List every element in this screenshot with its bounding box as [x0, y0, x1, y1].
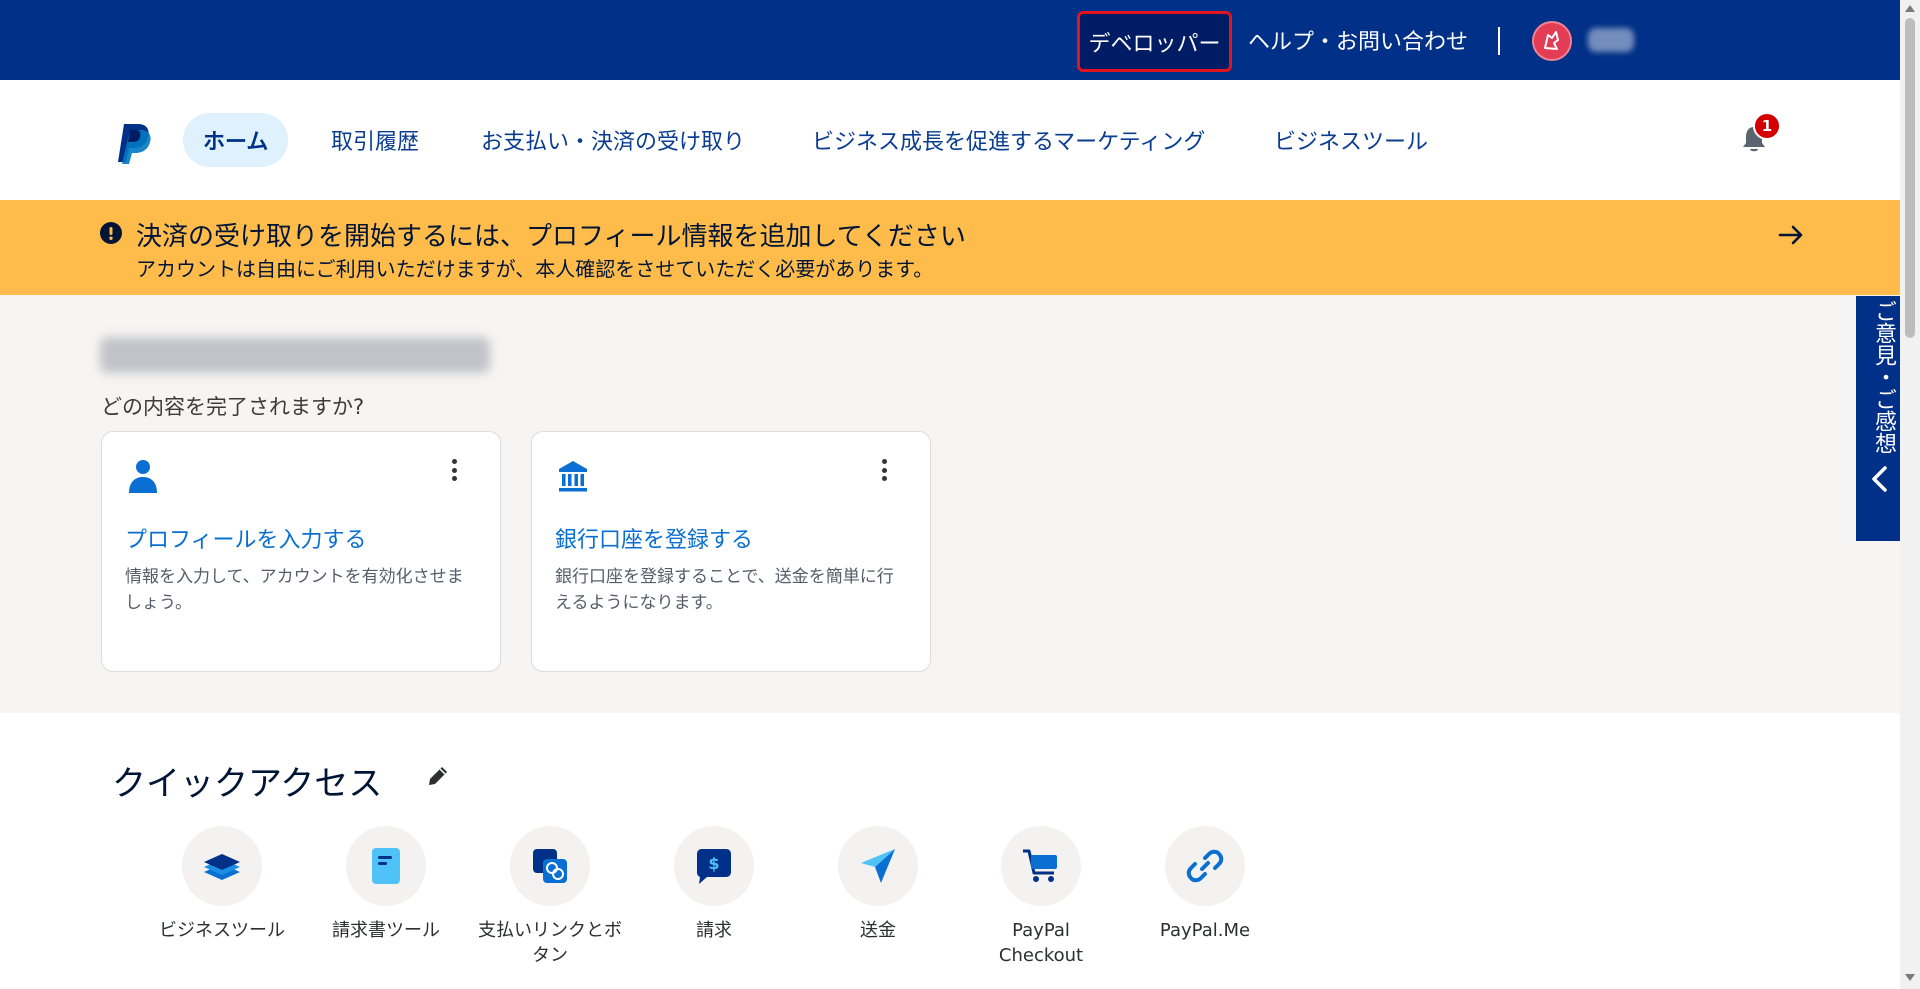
pencil-icon[interactable] — [424, 762, 452, 790]
nav-transactions[interactable]: 取引履歴 — [331, 113, 419, 167]
person-icon — [126, 458, 160, 494]
tasks-question: どの内容を完了されますか? — [101, 395, 365, 419]
payment-links-icon — [510, 826, 590, 906]
nav-home[interactable]: ホーム — [183, 113, 289, 167]
feedback-label: ご意見・ご感想 — [1871, 300, 1896, 454]
card-description: 情報を入力して、アカウントを有効化させましょう。 — [125, 567, 464, 613]
developer-link[interactable]: デベロッパー — [1077, 11, 1232, 72]
nav-marketing[interactable]: ビジネス成長を促進するマーケティング — [812, 113, 1205, 167]
arrow-right-icon[interactable] — [1776, 220, 1806, 250]
tasks-section: どの内容を完了されますか? プロフィールを入力する 情報を入力して、アカウントを… — [0, 295, 1900, 713]
card-description: 銀行口座を登録することで、送金を簡単に行えるようになります。 — [555, 567, 894, 613]
topbar-divider — [1498, 27, 1500, 55]
link-icon — [1165, 826, 1245, 906]
feedback-tab[interactable]: ご意見・ご感想 — [1856, 296, 1901, 541]
quick-access-business-tools[interactable]: ビジネスツール — [147, 826, 297, 943]
card-title[interactable]: 銀行口座を登録する — [555, 522, 753, 554]
quick-access-label: 請求 — [696, 920, 732, 941]
quick-access-request[interactable]: $ 請求 — [639, 826, 789, 943]
top-bar: デベロッパー ヘルプ・お問い合わせ — [0, 0, 1900, 80]
quick-access-send[interactable]: 送金 — [803, 826, 953, 943]
user-avatar-icon[interactable] — [1532, 21, 1572, 61]
banner-subtitle: アカウントは自由にご利用いただけますが、本人確認をさせていただく必要があります。 — [136, 257, 934, 281]
quick-access-label: 送金 — [860, 920, 896, 941]
help-contact-link[interactable]: ヘルプ・お問い合わせ — [1248, 22, 1468, 58]
chevron-left-icon — [1868, 464, 1890, 494]
nav-payments[interactable]: お支払い・決済の受け取り — [481, 113, 745, 167]
quick-access-label: 支払いリンクとボタン — [478, 920, 622, 966]
more-options-icon[interactable] — [872, 456, 896, 484]
invoice-icon — [346, 826, 426, 906]
quick-access-invoice[interactable]: 請求書ツール — [311, 826, 461, 943]
nav-business-tools[interactable]: ビジネスツール — [1274, 113, 1428, 167]
card-title[interactable]: プロフィールを入力する — [125, 522, 367, 554]
quick-access-paypal-me[interactable]: PayPal.Me — [1130, 826, 1280, 943]
scrollbar-thumb[interactable] — [1905, 18, 1915, 338]
scroll-up-arrow-icon[interactable] — [1905, 5, 1915, 12]
scroll-down-arrow-icon[interactable] — [1905, 974, 1915, 981]
task-card-profile[interactable]: プロフィールを入力する 情報を入力して、アカウントを有効化させましょう。 — [101, 431, 501, 672]
request-money-icon: $ — [674, 826, 754, 906]
quick-access-label: ビジネスツール — [159, 920, 285, 941]
bank-icon — [556, 458, 590, 494]
quick-access-checkout[interactable]: PayPal Checkout — [966, 826, 1116, 968]
banner-title: 決済の受け取りを開始するには、プロフィール情報を追加してください — [136, 222, 966, 252]
send-icon — [838, 826, 918, 906]
cart-icon — [1001, 826, 1081, 906]
paypal-logo-icon[interactable] — [114, 120, 154, 164]
layers-icon — [182, 826, 262, 906]
quick-access-label: PayPal.Me — [1159, 920, 1251, 941]
notification-badge: 1 — [1753, 112, 1781, 140]
account-name-blurred[interactable] — [1588, 28, 1634, 52]
more-options-icon[interactable] — [442, 456, 466, 484]
profile-alert-banner[interactable]: 決済の受け取りを開始するには、プロフィール情報を追加してください アカウントは自… — [0, 200, 1900, 295]
alert-icon — [100, 222, 122, 244]
quick-access-label: PayPal Checkout — [998, 920, 1084, 966]
greeting-blurred — [100, 337, 490, 373]
task-card-bank[interactable]: 銀行口座を登録する 銀行口座を登録することで、送金を簡単に行えるようになります。 — [531, 431, 931, 672]
svg-text:$: $ — [708, 854, 719, 873]
main-nav: ホーム 取引履歴 お支払い・決済の受け取り ビジネス成長を促進するマーケティング… — [0, 80, 1900, 200]
quick-access-payment-links[interactable]: 支払いリンクとボタン — [475, 826, 625, 968]
page-scrollbar[interactable] — [1900, 0, 1920, 989]
quick-access-label: 請求書ツール — [332, 920, 440, 941]
quick-access-title: クイックアクセス — [112, 764, 383, 804]
